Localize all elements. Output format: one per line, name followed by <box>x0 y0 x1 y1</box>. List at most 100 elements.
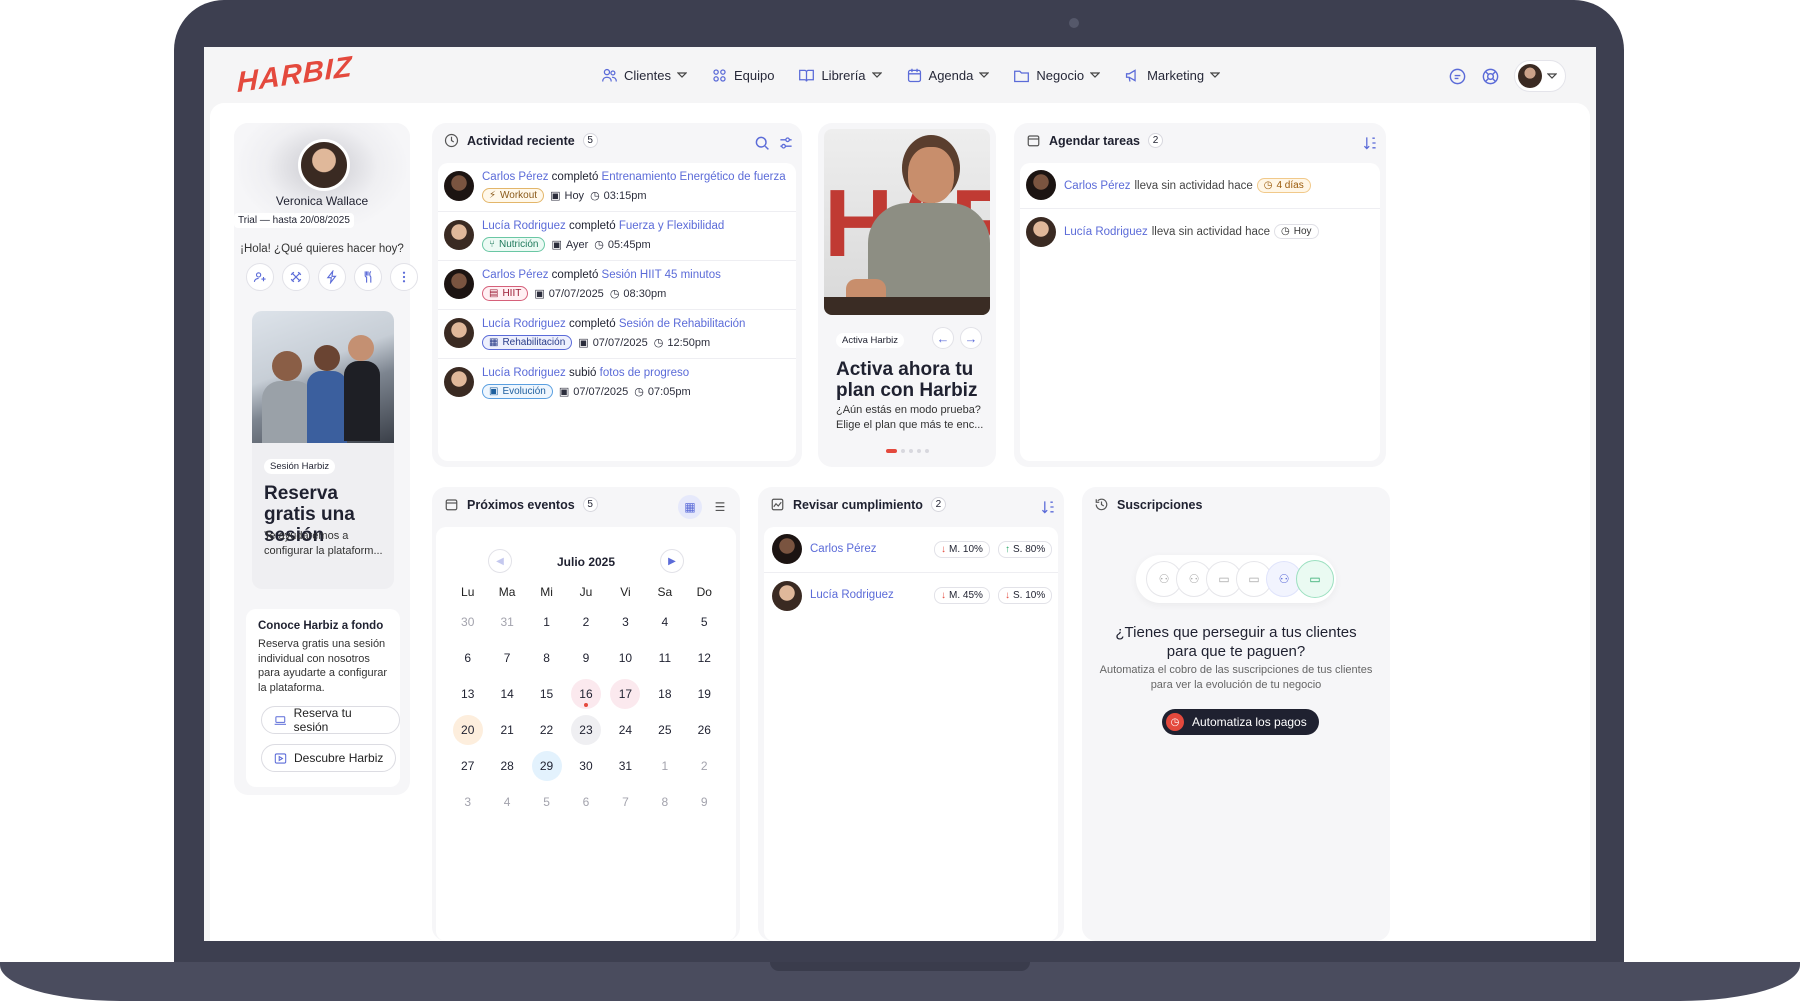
nav-agenda[interactable]: Agenda <box>894 60 1002 90</box>
compliance-item[interactable]: Lucía Rodriguez ↓ M. 45% ↓ S. 10% <box>764 573 1058 619</box>
calendar-day[interactable]: 2 <box>685 748 724 784</box>
chevron-down-icon <box>979 72 990 78</box>
calendar-day[interactable]: 7 <box>487 640 526 676</box>
calendar-day[interactable]: 5 <box>685 604 724 640</box>
calendar-day[interactable]: 11 <box>645 640 684 676</box>
calendar-day[interactable]: 9 <box>685 784 724 820</box>
activity-item[interactable]: Lucía Rodriguez subió fotos de progreso … <box>438 359 796 408</box>
calendar-day[interactable]: 3 <box>448 784 487 820</box>
calendar-day[interactable]: 28 <box>487 748 526 784</box>
automate-payments-button[interactable]: ◷ Automatiza los pagos <box>1162 709 1319 735</box>
nav-negocio[interactable]: Negocio <box>1001 60 1112 90</box>
calendar-day[interactable]: 7 <box>606 784 645 820</box>
hiit-action-button[interactable] <box>318 263 346 291</box>
more-actions-button[interactable] <box>390 263 418 291</box>
calendar-day[interactable]: 29 <box>527 748 566 784</box>
nav-equipo[interactable]: Equipo <box>699 60 786 90</box>
calendar-day[interactable]: 6 <box>566 784 605 820</box>
calendar-day[interactable]: 8 <box>527 640 566 676</box>
session-card[interactable]: Sesión Harbiz Reserva gratis una sesión … <box>252 311 394 589</box>
events-count: 5 <box>582 497 598 512</box>
nutrition-action-button[interactable] <box>354 263 382 291</box>
calendar-day[interactable]: 3 <box>606 604 645 640</box>
avatar <box>772 534 802 564</box>
next-slide-button[interactable]: → <box>960 327 982 349</box>
laptop-icon <box>274 715 287 725</box>
calendar-day[interactable]: 17 <box>606 676 645 712</box>
calendar-day[interactable]: 4 <box>645 604 684 640</box>
promo-photo: HAR <box>824 129 990 315</box>
user-menu[interactable] <box>1514 60 1566 92</box>
calendar-day[interactable]: 15 <box>527 676 566 712</box>
compliance-header: Revisar cumplimiento 2 <box>770 497 946 512</box>
workout-action-button[interactable] <box>282 263 310 291</box>
add-client-button[interactable] <box>246 263 274 291</box>
nav-marketing[interactable]: Marketing <box>1112 60 1232 90</box>
calendar-day[interactable]: 24 <box>606 712 645 748</box>
calendar-day[interactable]: 13 <box>448 676 487 712</box>
calendar-day[interactable]: 26 <box>685 712 724 748</box>
list-view-toggle[interactable]: ☰ <box>708 495 732 519</box>
activity-item[interactable]: Lucía Rodriguez completó Sesión de Rehab… <box>438 310 796 359</box>
monthly-metric: ↓ M. 10% <box>934 541 990 558</box>
calendar-day[interactable]: 22 <box>527 712 566 748</box>
sort-icon[interactable] <box>1362 135 1378 151</box>
greeting: ¡Hola! ¿Qué quieres hacer hoy? <box>240 243 404 255</box>
calendar-day[interactable]: 31 <box>606 748 645 784</box>
time: ◷ 08:30pm <box>609 287 667 301</box>
top-bar: HARBIZ Clientes Equipo Librería Agenda N… <box>204 47 1596 103</box>
compliance-card: Revisar cumplimiento 2 Carlos Pérez ↓ M. … <box>758 487 1064 941</box>
calendar-day[interactable]: 25 <box>645 712 684 748</box>
profile-avatar[interactable] <box>298 139 350 191</box>
carousel-dots[interactable] <box>818 449 996 453</box>
calendar-day[interactable]: 1 <box>527 604 566 640</box>
discover-harbiz-button[interactable]: Descubre Harbiz <box>261 744 397 772</box>
calendar-day[interactable]: 27 <box>448 748 487 784</box>
calendar-day[interactable]: 12 <box>685 640 724 676</box>
next-month-button[interactable]: ▶ <box>660 549 684 573</box>
chevron-down-icon <box>871 72 882 78</box>
top-right-actions <box>1448 60 1566 92</box>
activity-item[interactable]: Carlos Pérez completó Entrenamiento Ener… <box>438 163 796 212</box>
filter-icon[interactable] <box>778 135 794 151</box>
calendar-day[interactable]: 23 <box>566 712 605 748</box>
activity-item[interactable]: Carlos Pérez completó Sesión HIIT 45 min… <box>438 261 796 310</box>
calendar-day[interactable]: 5 <box>527 784 566 820</box>
calendar-day[interactable]: 10 <box>606 640 645 676</box>
more-vertical-icon <box>402 271 406 283</box>
prev-slide-button[interactable]: ← <box>932 327 954 349</box>
calendar-grid: 30 31 1 2 3 4 5 6 7 8 9 10 11 12 13 14 15 16 17 18 19 20 21 22 2… <box>448 604 724 820</box>
subscriptions-card: Suscripciones ⚇ ⚇ ▭ ▭ ⚇ ▭ ¿Tienes que pe… <box>1082 487 1390 941</box>
calendar-day[interactable]: 4 <box>487 784 526 820</box>
calendar-day[interactable]: 31 <box>487 604 526 640</box>
calendar-day[interactable]: 20 <box>448 712 487 748</box>
calendar-day[interactable]: 21 <box>487 712 526 748</box>
search-icon[interactable] <box>754 135 770 151</box>
activity-item[interactable]: Lucía Rodriguez completó Fuerza y Flexib… <box>438 212 796 261</box>
calendar-day[interactable]: 6 <box>448 640 487 676</box>
help-icon[interactable] <box>1481 67 1500 86</box>
calendar-day[interactable]: 2 <box>566 604 605 640</box>
task-item[interactable]: Lucía Rodriguez lleva sin actividad hace… <box>1020 209 1380 255</box>
calendar-view-toggle[interactable]: ▦ <box>678 495 702 519</box>
avatar <box>444 220 474 250</box>
calendar-day[interactable]: 9 <box>566 640 605 676</box>
nav-libreria[interactable]: Librería <box>786 60 893 90</box>
calendar-day[interactable]: 18 <box>645 676 684 712</box>
sort-icon[interactable] <box>1040 499 1056 515</box>
calendar-day[interactable]: 30 <box>566 748 605 784</box>
calendar-day[interactable]: 14 <box>487 676 526 712</box>
calendar-day[interactable]: 16 <box>566 676 605 712</box>
book-session-button[interactable]: Reserva tu sesión <box>261 706 400 734</box>
task-item[interactable]: Carlos Pérez lleva sin actividad hace ◷ … <box>1020 163 1380 209</box>
chat-icon[interactable] <box>1448 67 1467 86</box>
promo-tag: Activa Harbiz <box>836 333 904 348</box>
harbiz-logo[interactable]: HARBIZ <box>237 51 353 100</box>
calendar-day[interactable]: 1 <box>645 748 684 784</box>
tag-hiit: ▤ HIIT <box>482 286 529 301</box>
calendar-day[interactable]: 30 <box>448 604 487 640</box>
calendar-day[interactable]: 8 <box>645 784 684 820</box>
compliance-item[interactable]: Carlos Pérez ↓ M. 10% ↑ S. 80% <box>764 527 1058 573</box>
calendar-day[interactable]: 19 <box>685 676 724 712</box>
nav-clientes[interactable]: Clientes <box>589 60 699 90</box>
